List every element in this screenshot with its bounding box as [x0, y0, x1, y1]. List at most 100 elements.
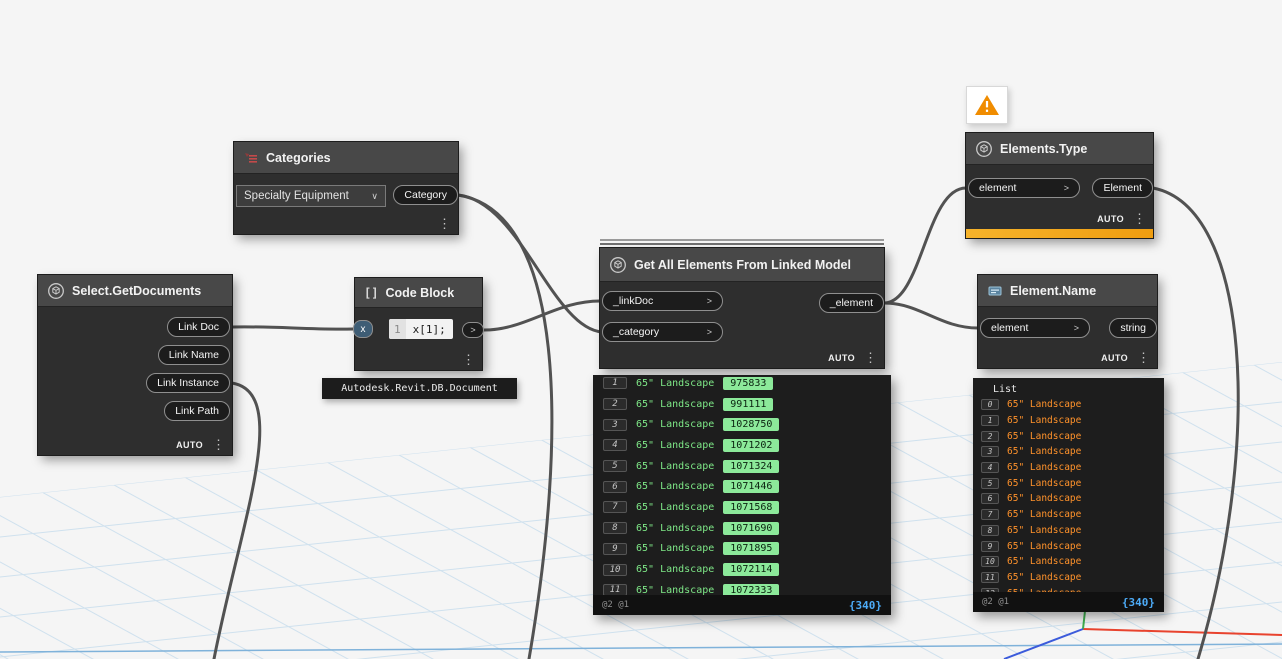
list-header: List [993, 384, 1018, 395]
node-element-name-header[interactable]: Element.Name [978, 275, 1157, 307]
row-index: 9 [603, 542, 627, 555]
row-index: 7 [603, 501, 627, 514]
row-label: 65" Landscape [636, 522, 715, 534]
port-label: _element [829, 297, 873, 309]
code-editor[interactable]: 1 x[1]; [389, 319, 453, 339]
list-item[interactable]: 9 65" Landscape 1071895 [593, 539, 891, 560]
list-levels[interactable]: @2 @1 [982, 597, 1009, 607]
node-categories-header[interactable]: Categories [234, 142, 458, 174]
row-value[interactable]: 1072333 [723, 583, 780, 595]
port-label: element [991, 322, 1029, 334]
item-count: {340} [1121, 595, 1155, 609]
node-code-block[interactable]: [] Code Block x 1 x[1]; > ⋮ [353, 277, 484, 371]
list-item[interactable]: 8 65" Landscape [973, 523, 1164, 539]
list-item[interactable]: 11 65" Landscape [973, 570, 1164, 586]
menu-icon[interactable]: ⋮ [462, 353, 475, 366]
list-levels[interactable]: @2 @1 [602, 600, 629, 610]
output-port-category[interactable]: Category [393, 185, 458, 205]
list-item[interactable]: 1 65" Landscape [973, 413, 1164, 429]
list-item[interactable]: 11 65" Landscape 1072333 [593, 580, 891, 595]
node-select-getdocuments[interactable]: Select.GetDocuments Link Doc Link Name L… [37, 274, 233, 456]
list-item[interactable]: 2 65" Landscape 991111 [593, 394, 891, 415]
output-port[interactable]: Link Instance [146, 373, 230, 393]
row-value[interactable]: 975833 [723, 376, 774, 390]
node-elements-type[interactable]: Elements.Type element > Element AUTO ⋮ [965, 132, 1154, 239]
list-item[interactable]: 3 65" Landscape [973, 444, 1164, 460]
list-item[interactable]: 5 65" Landscape [973, 475, 1164, 491]
dynamo-canvas[interactable]: Categories Specialty Equipment ∨ Categor… [0, 0, 1282, 659]
input-port-x[interactable]: x [353, 320, 373, 338]
row-value[interactable]: 1071895 [723, 542, 780, 556]
menu-icon[interactable]: ⋮ [1133, 212, 1146, 225]
row-index: 2 [603, 398, 627, 411]
preview-rows: 1 65" Landscape 975833 2 65" Landscape 9… [593, 375, 891, 595]
output-port[interactable]: Link Name [157, 345, 230, 365]
list-item[interactable]: 7 65" Landscape 1071568 [593, 497, 891, 518]
output-ports: Link Doc Link Name Link Instance Link Pa… [38, 307, 232, 421]
input-port[interactable]: _category > [602, 322, 723, 342]
row-label: 65" Landscape [636, 419, 715, 431]
list-item[interactable]: 10 65" Landscape [973, 554, 1164, 570]
row-value[interactable]: 1071690 [723, 521, 780, 535]
row-value[interactable]: 1071324 [723, 459, 780, 473]
list-item[interactable]: 2 65" Landscape [973, 428, 1164, 444]
list-item[interactable]: 4 65" Landscape 1071202 [593, 435, 891, 456]
node-select-getdocuments-header[interactable]: Select.GetDocuments [38, 275, 232, 307]
node-title: Elements.Type [1000, 141, 1088, 156]
node-code-block-header[interactable]: [] Code Block [355, 278, 482, 308]
list-item[interactable]: 6 65" Landscape [973, 491, 1164, 507]
input-port-element[interactable]: element > [968, 178, 1080, 198]
output-port[interactable]: Link Path [164, 401, 230, 421]
row-index: 8 [981, 524, 999, 536]
node-elements-type-header[interactable]: Elements.Type [966, 133, 1153, 165]
list-item[interactable]: 1 65" Landscape 975833 [593, 375, 891, 394]
category-dropdown[interactable]: Specialty Equipment ∨ [236, 185, 386, 207]
list-item[interactable]: 5 65" Landscape 1071324 [593, 456, 891, 477]
list-item[interactable]: 6 65" Landscape 1071446 [593, 476, 891, 497]
input-port[interactable]: _linkDoc > [602, 291, 723, 311]
output-port-element[interactable]: _element [818, 293, 884, 313]
menu-icon[interactable]: ⋮ [1137, 351, 1150, 364]
node-categories[interactable]: Categories Specialty Equipment ∨ Categor… [233, 141, 459, 235]
warning-badge[interactable] [966, 86, 1008, 124]
menu-icon[interactable]: ⋮ [438, 217, 451, 230]
list-item[interactable]: 0 65" Landscape [973, 397, 1164, 413]
output-port[interactable]: > [462, 322, 484, 338]
list-item[interactable]: 3 65" Landscape 1028750 [593, 414, 891, 435]
wire-category-to-offscreen[interactable] [456, 193, 554, 659]
input-port-element[interactable]: element > [980, 318, 1090, 338]
list-item[interactable]: 7 65" Landscape [973, 507, 1164, 523]
list-item[interactable]: 10 65" Landscape 1072114 [593, 559, 891, 580]
row-value[interactable]: 991111 [723, 397, 774, 411]
wire-linkdoc-to-codeblock[interactable] [230, 325, 355, 331]
list-item[interactable]: 8 65" Landscape 1071690 [593, 518, 891, 539]
output-port-element[interactable]: Element [1092, 178, 1153, 198]
preview-linked-elements[interactable]: 1 65" Landscape 975833 2 65" Landscape 9… [593, 375, 891, 615]
row-label: 65" Landscape [636, 377, 715, 389]
list-item[interactable]: 4 65" Landscape [973, 460, 1164, 476]
type-tooltip: Autodesk.Revit.DB.Document [322, 378, 517, 399]
row-value[interactable]: 1072114 [723, 563, 780, 577]
row-value[interactable]: 1071202 [723, 438, 780, 452]
port-label: Category [404, 189, 447, 201]
row-label: 65" Landscape [636, 501, 715, 513]
row-value[interactable]: 1028750 [723, 418, 780, 432]
wire-elementstype-to-offscreen[interactable] [1151, 186, 1240, 659]
row-value[interactable]: 1071568 [723, 500, 780, 514]
output-port-string[interactable]: string [1109, 318, 1157, 338]
preview-element-names[interactable]: List 0 65" Landscape 1 65" Landscape 2 6… [973, 378, 1164, 612]
row-index: 10 [981, 556, 999, 568]
menu-icon[interactable]: ⋮ [864, 351, 877, 364]
wire-element-to-elementname[interactable] [882, 301, 980, 330]
lacing-label: AUTO [176, 439, 203, 450]
row-index: 6 [603, 480, 627, 493]
wire-element-to-elementstype[interactable] [882, 186, 968, 305]
list-item[interactable]: 12 65" Landscape [973, 585, 1164, 592]
node-get-all-elements[interactable]: Get All Elements From Linked Model _link… [599, 239, 885, 369]
menu-icon[interactable]: ⋮ [212, 438, 225, 451]
node-element-name[interactable]: Element.Name element > string AUTO ⋮ [977, 274, 1158, 369]
row-value[interactable]: 1071446 [723, 480, 780, 494]
node-get-all-elements-header[interactable]: Get All Elements From Linked Model [600, 248, 884, 282]
output-port[interactable]: Link Doc [167, 317, 230, 337]
list-item[interactable]: 9 65" Landscape [973, 538, 1164, 554]
